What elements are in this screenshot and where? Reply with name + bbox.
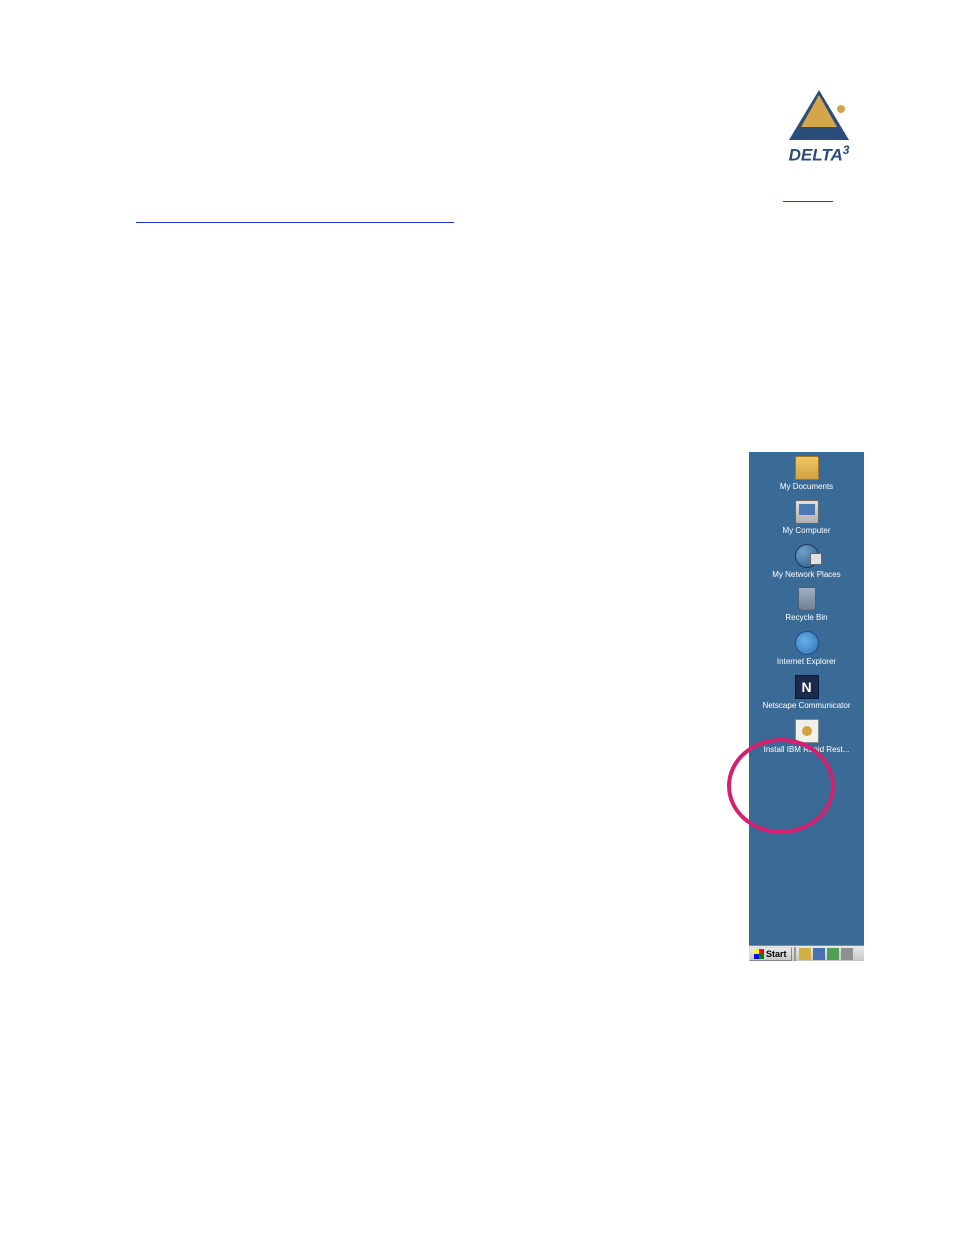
network-icon	[795, 544, 819, 568]
delta-logo: DELTA3	[774, 90, 864, 175]
desktop-icon-install-ibm-rapid-restore[interactable]: Install IBM Rapid Rest...	[749, 719, 864, 755]
desktop-icon-recycle-bin[interactable]: Recycle Bin	[749, 587, 864, 623]
desktop-icon-my-computer[interactable]: My Computer	[749, 500, 864, 536]
taskbar-separator	[794, 947, 796, 961]
desktop-icon-internet-explorer[interactable]: Internet Explorer	[749, 631, 864, 667]
quicklaunch-icon-1[interactable]	[799, 948, 811, 960]
internet-explorer-icon	[795, 631, 819, 655]
recycle-bin-icon	[798, 587, 816, 611]
netscape-icon: N	[795, 675, 819, 699]
logo-text: DELTA3	[774, 143, 864, 166]
logo-triangle-icon	[789, 90, 849, 140]
computer-icon	[795, 500, 819, 524]
underline-top	[783, 201, 833, 202]
quicklaunch-icon-4[interactable]	[841, 948, 853, 960]
windows-flag-icon	[754, 949, 764, 959]
install-icon	[795, 719, 819, 743]
desktop-icon-my-network-places[interactable]: My Network Places	[749, 544, 864, 580]
desktop-icon-netscape[interactable]: N Netscape Communicator	[749, 675, 864, 711]
desktop-icon-my-documents[interactable]: My Documents	[749, 456, 864, 492]
desktop-screenshot: My Documents My Computer My Network Plac…	[749, 452, 864, 961]
underline-left	[136, 222, 454, 223]
folder-icon	[795, 456, 819, 480]
quicklaunch-icon-2[interactable]	[813, 948, 825, 960]
taskbar: Start	[749, 945, 864, 961]
start-button[interactable]: Start	[749, 947, 792, 961]
quicklaunch-icon-3[interactable]	[827, 948, 839, 960]
